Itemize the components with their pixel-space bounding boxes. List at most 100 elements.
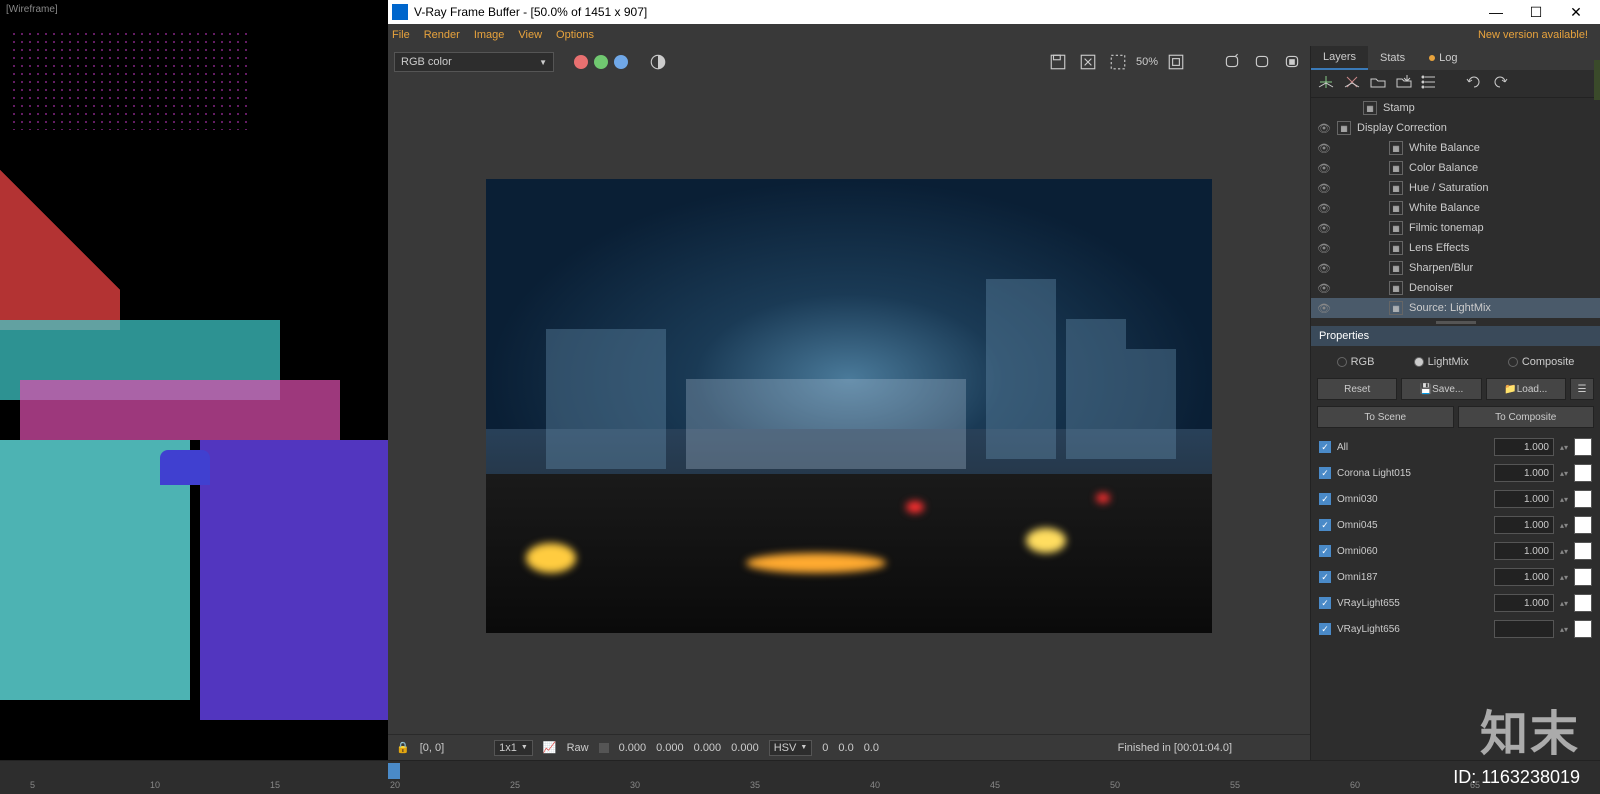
menu-view[interactable]: View: [518, 29, 542, 41]
preset-menu-button[interactable]: ☰: [1570, 378, 1594, 400]
multiplier-input[interactable]: 1.000: [1494, 568, 1554, 586]
layer-item[interactable]: 👁▦Denoiser: [1311, 278, 1600, 298]
enable-checkbox[interactable]: ✓: [1319, 623, 1331, 635]
layer-item[interactable]: 👁▦Filmic tonemap: [1311, 218, 1600, 238]
color-swatch[interactable]: [1574, 464, 1592, 482]
zoom-pct[interactable]: 50%: [1136, 50, 1158, 74]
eye-icon[interactable]: 👁: [1317, 122, 1331, 135]
layer-item[interactable]: 👁▦Sharpen/Blur: [1311, 258, 1600, 278]
radio-lightmix[interactable]: LightMix: [1414, 356, 1469, 368]
eye-icon[interactable]: 👁: [1317, 142, 1331, 155]
folder-save-icon[interactable]: [1395, 73, 1413, 94]
spinner-icon[interactable]: ▴▾: [1560, 547, 1568, 556]
color-swatch[interactable]: [1574, 490, 1592, 508]
layer-item[interactable]: 👁▦White Balance: [1311, 138, 1600, 158]
curve-icon[interactable]: 📈: [543, 741, 557, 754]
eye-icon[interactable]: 👁: [1317, 202, 1331, 215]
region-icon[interactable]: [1106, 50, 1130, 74]
menu-file[interactable]: File: [392, 29, 410, 41]
fit-icon[interactable]: [1164, 50, 1188, 74]
to-composite-button[interactable]: To Composite: [1458, 406, 1595, 428]
add-layer-icon[interactable]: [1317, 73, 1335, 94]
viewport-wireframe[interactable]: [Wireframe]: [0, 0, 388, 760]
spinner-icon[interactable]: ▴▾: [1560, 495, 1568, 504]
multiplier-input[interactable]: [1494, 620, 1554, 638]
multiplier-input[interactable]: 1.000: [1494, 594, 1554, 612]
spinner-icon[interactable]: ▴▾: [1560, 573, 1568, 582]
layer-item[interactable]: 👁▦Source: LightMix: [1311, 298, 1600, 318]
spinner-icon[interactable]: ▴▾: [1560, 625, 1568, 634]
redo-icon[interactable]: [1491, 73, 1509, 94]
layer-item[interactable]: 👁▦White Balance: [1311, 198, 1600, 218]
folder-open-icon[interactable]: [1369, 73, 1387, 94]
render-icon[interactable]: [1220, 50, 1244, 74]
reset-button[interactable]: Reset: [1317, 378, 1397, 400]
layer-item[interactable]: 👁▦Color Balance: [1311, 158, 1600, 178]
enable-checkbox[interactable]: ✓: [1319, 571, 1331, 583]
eye-icon[interactable]: 👁: [1317, 162, 1331, 175]
stop-icon[interactable]: [1280, 50, 1304, 74]
new-version-link[interactable]: New version available!: [1478, 29, 1588, 41]
minimize-button[interactable]: —: [1476, 0, 1516, 24]
panel-divider[interactable]: [1311, 318, 1600, 326]
layer-item[interactable]: 👁▦Display Correction: [1311, 118, 1600, 138]
enable-checkbox[interactable]: ✓: [1319, 441, 1331, 453]
titlebar[interactable]: V-Ray Frame Buffer - [50.0% of 1451 x 90…: [388, 0, 1600, 24]
to-scene-button[interactable]: To Scene: [1317, 406, 1454, 428]
eye-icon[interactable]: 👁: [1317, 282, 1331, 295]
multiplier-input[interactable]: 1.000: [1494, 516, 1554, 534]
color-swatch[interactable]: [1574, 438, 1592, 456]
menu-render[interactable]: Render: [424, 29, 460, 41]
eye-icon[interactable]: 👁: [1317, 262, 1331, 275]
spinner-icon[interactable]: ▴▾: [1560, 469, 1568, 478]
channel-dropdown[interactable]: RGB color ▼: [394, 52, 554, 72]
save-button[interactable]: 💾Save...: [1401, 378, 1481, 400]
color-swatch[interactable]: [1574, 542, 1592, 560]
delete-layer-icon[interactable]: [1343, 73, 1361, 94]
hsv-dropdown[interactable]: HSV▼: [769, 740, 813, 756]
maximize-button[interactable]: ☐: [1516, 0, 1556, 24]
tab-layers[interactable]: Layers: [1311, 46, 1368, 70]
layer-item[interactable]: 👁▦Lens Effects: [1311, 238, 1600, 258]
red-channel-dot[interactable]: [574, 55, 588, 69]
tab-stats[interactable]: Stats: [1368, 46, 1417, 70]
radio-rgb[interactable]: RGB: [1337, 356, 1375, 368]
multiplier-input[interactable]: 1.000: [1494, 490, 1554, 508]
clear-icon[interactable]: [1076, 50, 1100, 74]
layer-item[interactable]: 👁▦Hue / Saturation: [1311, 178, 1600, 198]
undo-icon[interactable]: [1465, 73, 1483, 94]
multiplier-input[interactable]: 1.000: [1494, 542, 1554, 560]
color-swatch[interactable]: [1574, 516, 1592, 534]
eye-icon[interactable]: 👁: [1317, 242, 1331, 255]
enable-checkbox[interactable]: ✓: [1319, 519, 1331, 531]
mono-icon[interactable]: [646, 50, 670, 74]
save-icon[interactable]: [1046, 50, 1070, 74]
enable-checkbox[interactable]: ✓: [1319, 545, 1331, 557]
color-swatch[interactable]: [1574, 568, 1592, 586]
lock-icon[interactable]: 🔒: [396, 741, 410, 754]
render-ipr-icon[interactable]: [1250, 50, 1274, 74]
color-swatch[interactable]: [1574, 620, 1592, 638]
tab-log[interactable]: Log: [1417, 46, 1469, 70]
enable-checkbox[interactable]: ✓: [1319, 597, 1331, 609]
multiplier-input[interactable]: 1.000: [1494, 438, 1554, 456]
menu-image[interactable]: Image: [474, 29, 505, 41]
menu-options[interactable]: Options: [556, 29, 594, 41]
radio-composite[interactable]: Composite: [1508, 356, 1575, 368]
multiplier-input[interactable]: 1.000: [1494, 464, 1554, 482]
eye-icon[interactable]: 👁: [1317, 302, 1331, 315]
spinner-icon[interactable]: ▴▾: [1560, 521, 1568, 530]
spinner-icon[interactable]: ▴▾: [1560, 599, 1568, 608]
list-icon[interactable]: [1421, 73, 1439, 94]
blue-channel-dot[interactable]: [614, 55, 628, 69]
eye-icon[interactable]: 👁: [1317, 222, 1331, 235]
green-channel-dot[interactable]: [594, 55, 608, 69]
eye-icon[interactable]: 👁: [1317, 182, 1331, 195]
enable-checkbox[interactable]: ✓: [1319, 467, 1331, 479]
grid-dropdown[interactable]: 1x1▼: [494, 740, 533, 756]
load-button[interactable]: 📁Load...: [1486, 378, 1566, 400]
spinner-icon[interactable]: ▴▾: [1560, 443, 1568, 452]
collapse-handle[interactable]: [1594, 60, 1600, 100]
layer-item[interactable]: ▦Stamp: [1311, 98, 1600, 118]
enable-checkbox[interactable]: ✓: [1319, 493, 1331, 505]
